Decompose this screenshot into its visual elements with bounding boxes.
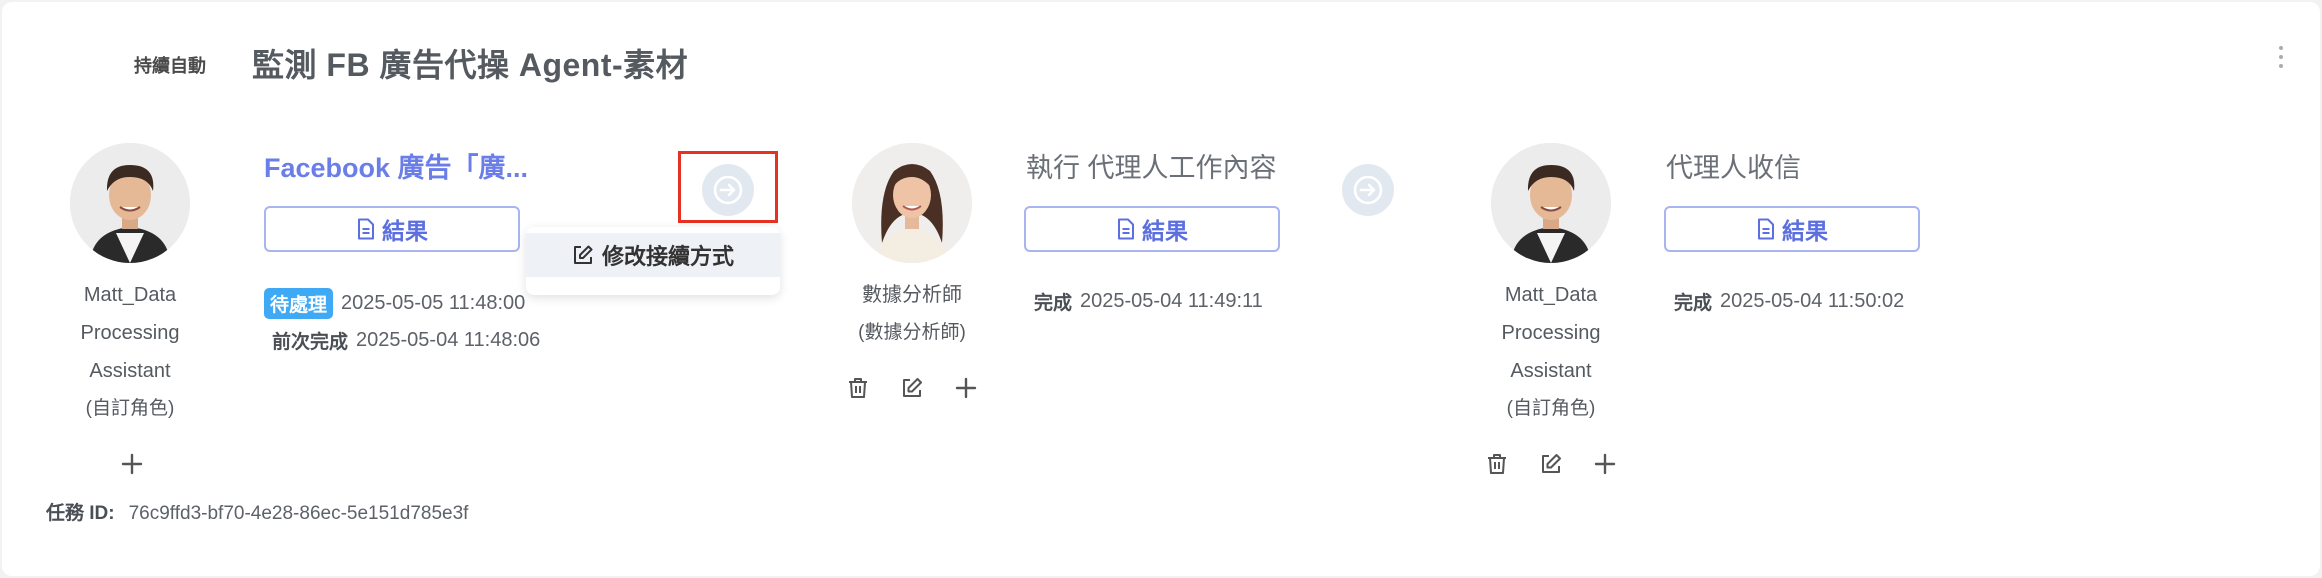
status-line: 完成 2025-05-04 11:50:02: [1674, 288, 1904, 315]
trash-icon[interactable]: [846, 376, 870, 400]
result-label: 結果: [382, 218, 428, 244]
result-label: 結果: [1142, 218, 1188, 244]
step-title-link[interactable]: Facebook 廣告「廣...: [264, 146, 528, 185]
add-icon[interactable]: [121, 453, 143, 475]
document-icon: [358, 218, 374, 240]
agent-name-line: Processing: [80, 322, 180, 344]
menu-item-label: 修改接續方式: [601, 244, 734, 269]
agent-name: Matt_Data Processing Assistant (自訂角色): [1462, 276, 1640, 428]
agent-avatar-male: [1491, 143, 1611, 263]
context-menu: 修改接續方式: [526, 227, 780, 295]
agent-name-line: Processing: [1501, 322, 1601, 344]
workflow-title: 監測 FB 廣告代操 Agent-素材: [252, 47, 689, 83]
workflow-card: 持續自動 監測 FB 廣告代操 Agent-素材 Matt_Data Proce…: [2, 2, 2320, 576]
status-line: 完成 2025-05-04 11:49:11: [1034, 288, 1263, 315]
connector-arrow[interactable]: [1342, 164, 1394, 216]
mode-label: 持續自動: [134, 56, 206, 76]
edit-icon[interactable]: [900, 376, 924, 400]
edit-connection-menu-item[interactable]: 修改接續方式: [526, 233, 780, 277]
edit-icon: [573, 245, 593, 264]
result-label: 結果: [1782, 218, 1828, 244]
status-time: 2025-05-04 11:49:11: [1080, 290, 1263, 312]
more-menu-icon[interactable]: [2278, 46, 2284, 72]
agent-avatar-female: [852, 143, 972, 263]
agent-name: 數據分析師 (數據分析師): [822, 276, 1002, 352]
step-actions: [846, 376, 978, 400]
agent-name-line: Assistant: [1510, 360, 1592, 382]
agent-avatar-male: [70, 143, 190, 263]
trash-icon[interactable]: [1485, 452, 1509, 476]
previous-completed-line: 前次完成 2025-05-04 11:48:06: [272, 327, 540, 354]
document-icon: [1758, 218, 1774, 240]
previous-completed-time: 2025-05-04 11:48:06: [356, 329, 541, 351]
agent-name-line: 數據分析師: [862, 284, 962, 306]
agent-role: (自訂角色): [85, 398, 175, 419]
edit-icon[interactable]: [1539, 452, 1563, 476]
result-button[interactable]: 結果: [264, 206, 520, 252]
highlight-box: [678, 151, 778, 223]
status-time: 2025-05-04 11:50:02: [1720, 290, 1905, 312]
status-time: 2025-05-05 11:48:00: [341, 292, 526, 314]
task-id-label: 任務 ID:: [46, 503, 115, 524]
task-id: 任務 ID: 76c9ffd3-bf70-4e28-86ec-5e151d785e…: [46, 498, 468, 525]
status-label: 完成: [1674, 293, 1713, 314]
previous-completed-label: 前次完成: [272, 332, 349, 353]
task-id-value: 76c9ffd3-bf70-4e28-86ec-5e151d785e3f: [128, 503, 469, 524]
agent-name-line: Matt_Data: [1504, 284, 1598, 306]
result-button[interactable]: 結果: [1024, 206, 1280, 252]
agent-role: (數據分析師): [858, 322, 966, 343]
result-button[interactable]: 結果: [1664, 206, 1920, 252]
add-icon[interactable]: [1593, 452, 1617, 476]
agent-name-line: Matt_Data: [83, 284, 177, 306]
status-line: 待處理 2025-05-05 11:48:00: [264, 288, 525, 319]
agent-name: Matt_Data Processing Assistant (自訂角色): [42, 276, 218, 428]
step-title: 執行 代理人工作內容: [1026, 153, 1277, 183]
arrow-right-icon: [1353, 175, 1383, 205]
agent-name-line: Assistant: [89, 360, 171, 382]
step-title: 代理人收信: [1666, 153, 1801, 183]
add-icon[interactable]: [954, 376, 978, 400]
status-label: 完成: [1034, 293, 1073, 314]
step-actions: [1485, 452, 1617, 476]
agent-role: (自訂角色): [1506, 398, 1596, 419]
status-badge: 待處理: [264, 288, 334, 319]
document-icon: [1118, 218, 1134, 240]
